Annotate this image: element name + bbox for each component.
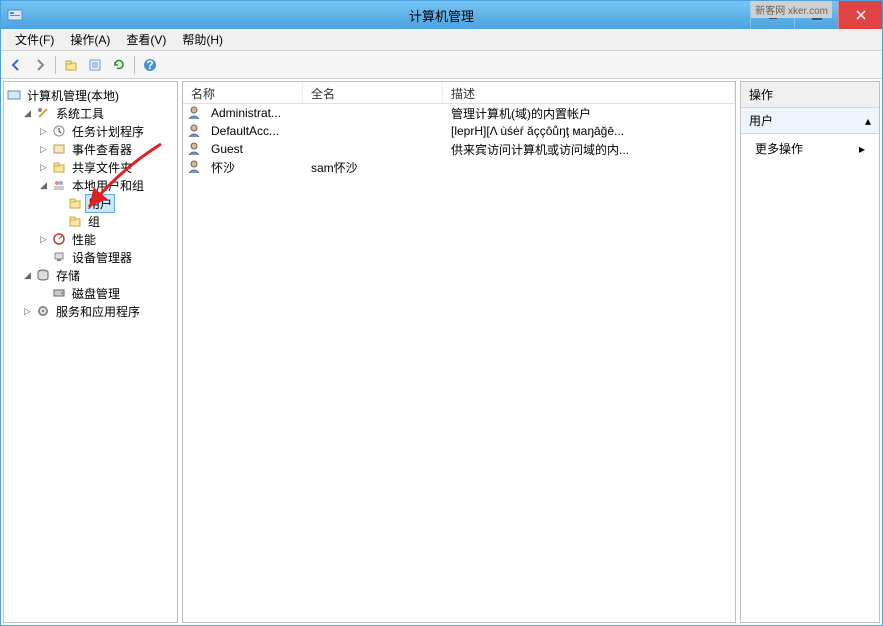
col-fullname[interactable]: 全名 <box>303 82 443 103</box>
menu-view[interactable]: 查看(V) <box>118 29 174 50</box>
storage-icon <box>35 267 51 283</box>
svg-text:?: ? <box>146 58 153 72</box>
action-header: 操作 <box>741 82 879 108</box>
performance-icon <box>51 231 67 247</box>
list-pane: 名称 全名 描述 Administrat...管理计算机(域)的内置帐户Defa… <box>182 81 736 623</box>
app-icon <box>7 7 23 23</box>
expand-icon[interactable]: ▷ <box>38 144 49 155</box>
tree-storage[interactable]: ◢存储 <box>22 266 175 284</box>
close-button[interactable] <box>838 1 882 29</box>
folder-icon <box>67 213 83 229</box>
expand-icon[interactable]: ▷ <box>38 234 49 245</box>
tree-device-manager[interactable]: 设备管理器 <box>38 248 175 266</box>
user-icon <box>187 105 203 121</box>
list-header: 名称 全名 描述 <box>183 82 735 104</box>
list-body[interactable]: Administrat...管理计算机(域)的内置帐户DefaultAcc...… <box>183 104 735 622</box>
tree-task-scheduler[interactable]: ▷任务计划程序 <box>38 122 175 140</box>
expand-icon[interactable]: ▷ <box>38 126 49 137</box>
collapse-icon[interactable]: ◢ <box>22 270 33 281</box>
expand-icon[interactable]: ▷ <box>38 162 49 173</box>
menu-help[interactable]: 帮助(H) <box>174 29 231 50</box>
up-button[interactable] <box>60 54 82 76</box>
tree-pane: 计算机管理(本地) ◢ 系统工具 ▷任务计划程序 ▷事件查看器 ▷共享文件夹 <box>3 81 178 623</box>
tree-shared-folders[interactable]: ▷共享文件夹 <box>38 158 175 176</box>
titlebar: 计算机管理 新客网 xker.com <box>1 1 882 29</box>
tree-local-users-groups[interactable]: ◢本地用户和组 <box>38 176 175 194</box>
action-more[interactable]: 更多操作 ▸ <box>741 134 879 163</box>
properties-button[interactable] <box>84 54 106 76</box>
tree-event-viewer[interactable]: ▷事件查看器 <box>38 140 175 158</box>
menu-action[interactable]: 操作(A) <box>62 29 118 50</box>
chevron-right-icon: ▸ <box>859 142 865 156</box>
user-icon <box>187 159 203 175</box>
refresh-button[interactable] <box>108 54 130 76</box>
window-title: 计算机管理 <box>409 6 474 25</box>
users-groups-icon <box>51 177 67 193</box>
list-item[interactable]: DefaultAcc...[leprH][Λ ùśėŕ ăççôůŋţ мaŋā… <box>183 122 735 140</box>
toolbar: ? <box>1 51 882 79</box>
tree-performance[interactable]: ▷性能 <box>38 230 175 248</box>
col-name[interactable]: 名称 <box>183 82 303 103</box>
content-area: 计算机管理(本地) ◢ 系统工具 ▷任务计划程序 ▷事件查看器 ▷共享文件夹 <box>1 79 882 625</box>
menu-file[interactable]: 文件(F) <box>7 29 62 50</box>
collapse-icon[interactable]: ◢ <box>22 108 33 119</box>
event-icon <box>51 141 67 157</box>
list-item[interactable]: Guest供来宾访问计算机或访问域的内... <box>183 140 735 158</box>
help-button[interactable]: ? <box>139 54 161 76</box>
action-pane: 操作 用户 ▴ 更多操作 ▸ <box>740 81 880 623</box>
list-item[interactable]: Administrat...管理计算机(域)的内置帐户 <box>183 104 735 122</box>
tree-system-tools[interactable]: ◢ 系统工具 <box>22 104 175 122</box>
watermark: 新客网 xker.com <box>751 1 832 18</box>
tree-services-apps[interactable]: ▷服务和应用程序 <box>22 302 175 320</box>
tree-users[interactable]: 用户 <box>54 194 175 212</box>
collapse-icon[interactable]: ◢ <box>38 180 49 191</box>
forward-button[interactable] <box>29 54 51 76</box>
list-item[interactable]: 怀沙sam怀沙 <box>183 158 735 176</box>
back-button[interactable] <box>5 54 27 76</box>
tree-root[interactable]: 计算机管理(本地) <box>6 86 175 104</box>
col-description[interactable]: 描述 <box>443 82 735 103</box>
tree-groups[interactable]: 组 <box>54 212 175 230</box>
tree-disk-management[interactable]: 磁盘管理 <box>38 284 175 302</box>
device-icon <box>51 249 67 265</box>
computer-mgmt-icon <box>6 87 22 103</box>
shared-folder-icon <box>51 159 67 175</box>
user-icon <box>187 123 203 139</box>
folder-icon <box>67 195 83 211</box>
clock-icon <box>51 123 67 139</box>
tools-icon <box>35 105 51 121</box>
menubar: 文件(F) 操作(A) 查看(V) 帮助(H) <box>1 29 882 51</box>
user-icon <box>187 141 203 157</box>
action-section-users[interactable]: 用户 ▴ <box>741 108 879 134</box>
collapse-triangle-icon: ▴ <box>865 114 871 128</box>
expand-icon[interactable]: ▷ <box>22 306 33 317</box>
disk-icon <box>51 285 67 301</box>
services-icon <box>35 303 51 319</box>
